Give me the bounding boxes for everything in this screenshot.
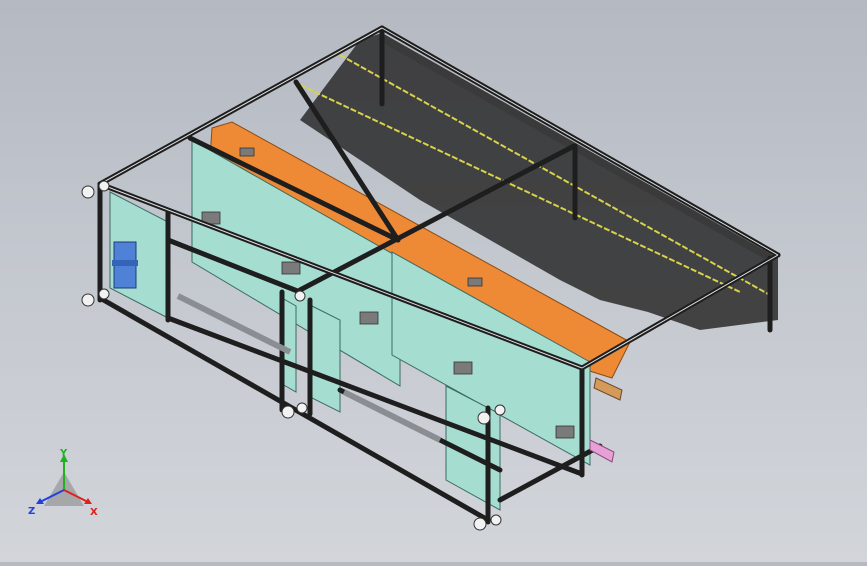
x-label: X xyxy=(90,507,98,518)
motor xyxy=(112,241,138,289)
pink-part xyxy=(589,439,615,463)
cad-viewport[interactable] xyxy=(0,0,867,562)
y-label: Y xyxy=(59,448,68,459)
side-bracket xyxy=(593,377,623,401)
coordinate-triad: Y X Z xyxy=(28,448,98,518)
z-label: Z xyxy=(28,506,35,517)
